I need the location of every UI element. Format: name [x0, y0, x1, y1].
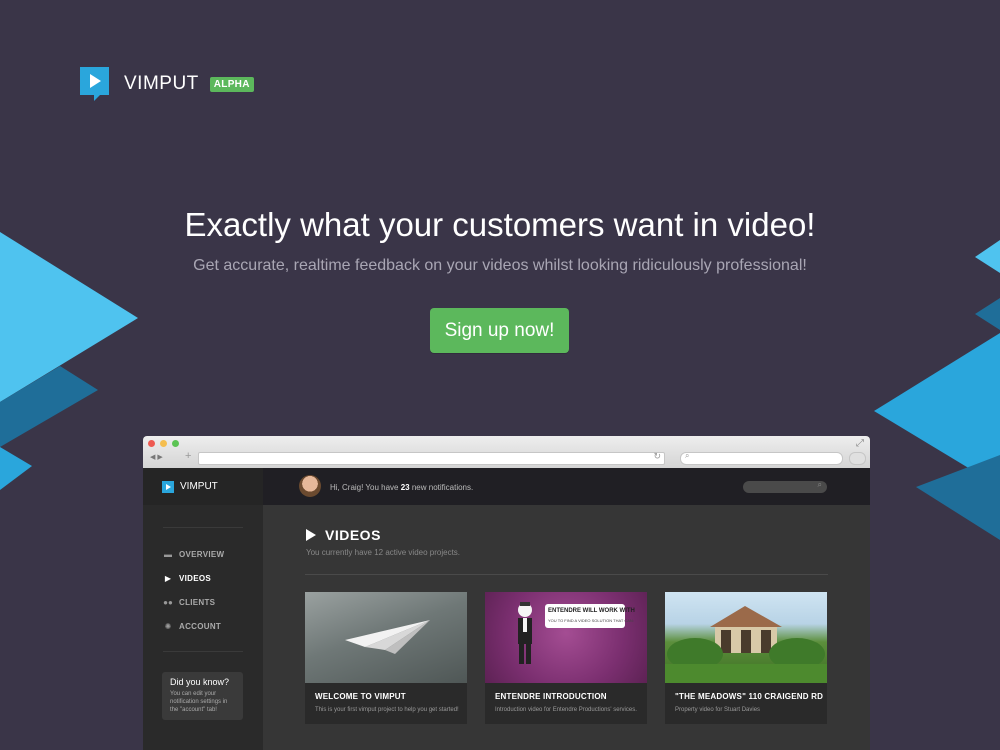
hero-subtitle: Get accurate, realtime feedback on your … — [193, 257, 807, 274]
sign-up-button[interactable]: Sign up now! — [430, 308, 569, 353]
sidebar-divider — [163, 527, 243, 528]
hero-title: Exactly what your customers want in vide… — [184, 206, 816, 243]
section-divider — [305, 574, 828, 575]
notification-message: Hi, Craig! You have 23 new notifications… — [330, 483, 473, 492]
right-triangle-dark — [916, 455, 1000, 540]
app-main: VIDEOS You currently have 12 active vide… — [263, 505, 870, 750]
browser-chrome: ⤢ ◀ ▶ + ↻ ⌕ — [143, 436, 870, 468]
site-logo[interactable]: VIMPUT ALPHA — [80, 67, 254, 101]
paper-plane-icon — [345, 620, 430, 654]
app-search-input: ⌕ — [743, 480, 827, 493]
section-title-label: VIDEOS — [325, 527, 381, 543]
brand-name: VIMPUT — [124, 73, 199, 94]
thumbnail-caption: ENTENDRE WILL WORK WITH — [548, 608, 635, 614]
url-bar: ↻ — [198, 451, 665, 465]
app-logo-icon — [162, 480, 174, 493]
video-thumbnail: ENTENDRE WILL WORK WITH YOU TO FIND A VI… — [485, 592, 647, 683]
alpha-badge: ALPHA — [209, 76, 254, 92]
video-thumbnail — [305, 592, 467, 683]
video-card: ENTENDRE WILL WORK WITH YOU TO FIND A VI… — [485, 592, 647, 724]
greeting-prefix: Hi, Craig! You have — [330, 483, 401, 492]
users-icon: ●● — [163, 597, 173, 607]
sidebar-item-label: VIDEOS — [179, 573, 212, 583]
minimize-dot-icon — [160, 440, 167, 447]
right-triangle-dark-top — [975, 298, 1000, 330]
thumbnail-subcaption: YOU TO FIND A VIDEO SOLUTION THAT CAN: — [548, 618, 634, 623]
gears-icon: ✺ — [164, 621, 172, 631]
play-icon — [306, 529, 316, 541]
sidebar-item-overview: ▬ OVERVIEW — [143, 542, 263, 566]
search-icon: ⌕ — [685, 451, 690, 460]
briefcase-icon: ▬ — [164, 549, 172, 559]
section-subtitle: You currently have 12 active video proje… — [306, 548, 461, 557]
sidebar-divider — [163, 651, 243, 652]
reload-icon: ↻ — [653, 451, 661, 461]
video-card-title: WELCOME TO VIMPUT — [315, 692, 406, 701]
video-card-description: Property video for Stuart Davies — [675, 707, 761, 713]
search-icon: ⌕ — [817, 480, 822, 489]
tip-text: You can edit your notification settings … — [170, 691, 228, 713]
sidebar-item-label: OVERVIEW — [179, 549, 225, 559]
new-tab-icon: + — [185, 450, 192, 462]
close-dot-icon — [148, 440, 155, 447]
gazebo-illustration — [665, 606, 827, 683]
video-card: WELCOME TO VIMPUT This is your first vim… — [305, 592, 467, 724]
video-card-title: ENTENDRE INTRODUCTION — [495, 692, 607, 701]
left-triangle-small — [0, 447, 32, 490]
app-brand-name: VIMPUT — [180, 481, 218, 492]
video-card-description: This is your first vimput project to hel… — [315, 707, 459, 713]
maximize-dot-icon — [172, 440, 179, 447]
video-thumbnail — [665, 592, 827, 683]
expand-icon: ⤢ — [856, 438, 864, 449]
tip-box: Did you know? You can edit your notifica… — [162, 672, 243, 720]
section-title: VIDEOS — [306, 527, 381, 543]
play-icon: ▶ — [164, 573, 172, 583]
sidebar-item-videos: ▶ VIDEOS — [143, 566, 263, 590]
sidebar-item-label: CLIENTS — [179, 597, 216, 607]
notification-count: 23 — [400, 483, 410, 492]
video-card: "THE MEADOWS" 110 CRAIGEND RD Property v… — [665, 592, 827, 724]
sidebar-item-clients: ●● CLIENTS — [143, 590, 263, 614]
cartoon-man-illustration — [518, 602, 625, 664]
browser-extension-button — [849, 452, 866, 465]
browser-search-field: ⌕ — [680, 451, 843, 465]
greeting-suffix: new notifications. — [409, 483, 474, 492]
app-screen: VIMPUT ▬ OVERVIEW ▶ VIDEOS ●● CLIENTS ✺ — [143, 468, 870, 750]
browser-mockup: ⤢ ◀ ▶ + ↻ ⌕ VIMPUT ▬ OVERVIEW ▶ VIDEOS ●… — [143, 436, 870, 750]
browser-nav-icon: ◀ ▶ — [150, 454, 163, 461]
app-brand: VIMPUT — [143, 468, 263, 505]
avatar — [299, 475, 321, 497]
tip-title: Did you know? — [170, 677, 230, 687]
app-sidebar: VIMPUT ▬ OVERVIEW ▶ VIDEOS ●● CLIENTS ✺ — [143, 468, 263, 750]
play-bubble-icon — [80, 67, 110, 101]
video-card-description: Introduction video for Entendre Producti… — [495, 707, 637, 713]
app-topbar: Hi, Craig! You have 23 new notifications… — [263, 468, 870, 505]
video-card-title: "THE MEADOWS" 110 CRAIGEND RD — [675, 692, 824, 701]
sidebar-item-account: ✺ ACCOUNT — [143, 614, 263, 638]
sidebar-menu: ▬ OVERVIEW ▶ VIDEOS ●● CLIENTS ✺ ACCOUNT — [143, 542, 263, 638]
sidebar-item-label: ACCOUNT — [179, 621, 222, 631]
